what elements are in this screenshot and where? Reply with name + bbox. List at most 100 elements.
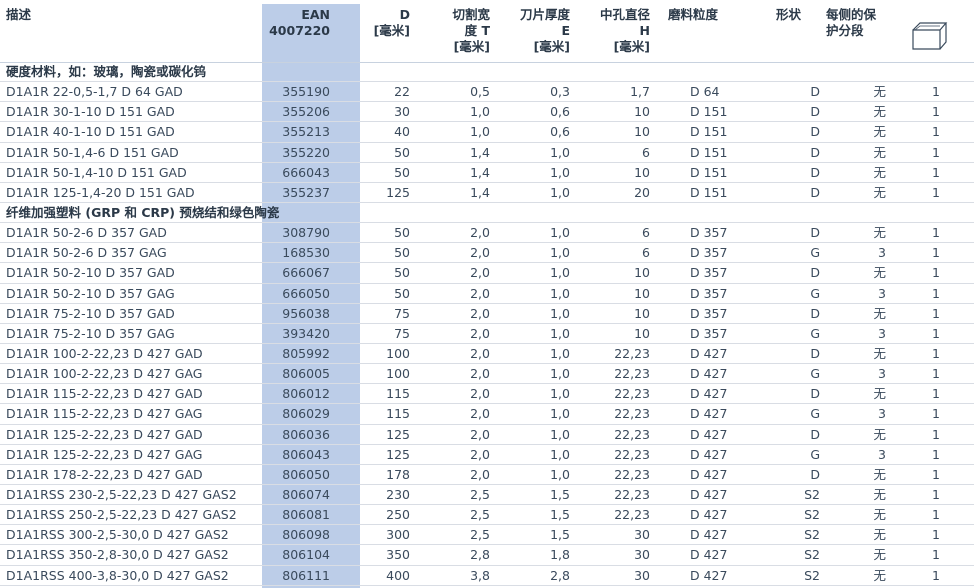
cell-shape: G: [810, 366, 820, 382]
cell-d: 230: [386, 486, 410, 502]
cell-shape: S2: [804, 507, 820, 523]
cell-protect: 无: [873, 345, 886, 361]
cell-h: 22,23: [614, 386, 650, 402]
cell-e: 1,0: [550, 325, 570, 341]
cell-d: 100: [386, 345, 410, 361]
cell-protect: 无: [873, 386, 886, 402]
box-icon: [912, 22, 948, 50]
cell-d: 40: [394, 124, 410, 140]
cell-grit: D 357: [690, 325, 728, 341]
cell-e: 0,3: [550, 84, 570, 100]
cell-t: 0,5: [470, 84, 490, 100]
cell-desc: D1A1R 125-2-22,23 D 427 GAD: [6, 426, 203, 442]
cell-pack: 1: [932, 527, 940, 543]
cell-h: 6: [642, 144, 650, 160]
cell-t: 2,0: [470, 426, 490, 442]
header-h: 中孔直径 H [毫米]: [599, 7, 650, 54]
cell-e: 1,0: [550, 164, 570, 180]
cell-pack: 1: [932, 184, 940, 200]
cell-e: 1,0: [550, 345, 570, 361]
cell-ean: 355213: [282, 124, 330, 140]
product-table: 描述 EAN 4007220 D [毫米] 切割宽 度 T [毫米] 刀片厚度 …: [0, 0, 974, 588]
header-d: D [毫米]: [373, 7, 410, 38]
cell-grit: D 357: [690, 245, 728, 261]
table-row: D1A1R 22-0,5-1,7 D 64 GAD 355190 22 0,5 0,3 1…: [0, 82, 974, 103]
cell-h: 10: [634, 164, 650, 180]
cell-grit: D 357: [690, 265, 728, 281]
cell-protect: 无: [873, 184, 886, 200]
cell-pack: 1: [932, 406, 940, 422]
header-grit: 磨料粒度: [668, 7, 719, 22]
cell-d: 50: [394, 144, 410, 160]
cell-t: 2,0: [470, 285, 490, 301]
cell-shape: D: [810, 124, 820, 140]
table-row: D1A1RSS 230-2,5-22,23 D 427 GAS2 806074 23…: [0, 485, 974, 506]
cell-e: 1,0: [550, 245, 570, 261]
cell-pack: 1: [932, 366, 940, 382]
cell-protect: 无: [873, 547, 886, 563]
cell-ean: 355220: [282, 144, 330, 160]
cell-h: 1,7: [630, 84, 650, 100]
section-title: 硬度材料，如：玻璃，陶瓷或碳化钨: [6, 64, 207, 79]
cell-desc: D1A1R 30-1-10 D 151 GAD: [6, 104, 175, 120]
cell-desc: D1A1R 40-1-10 D 151 GAD: [6, 124, 175, 140]
cell-desc: D1A1R 50-2-10 D 357 GAD: [6, 265, 175, 281]
cell-h: 22,23: [614, 406, 650, 422]
cell-d: 50: [394, 245, 410, 261]
table-row: D1A1R 30-1-10 D 151 GAD 355206 30 1,0 0,6 10 D…: [0, 102, 974, 123]
cell-grit: D 427: [690, 567, 728, 583]
cell-shape: D: [810, 305, 820, 321]
cell-h: 10: [634, 325, 650, 341]
cell-e: 1,8: [550, 547, 570, 563]
cell-t: 2,0: [470, 406, 490, 422]
cell-grit: D 427: [690, 507, 728, 523]
cell-d: 75: [394, 325, 410, 341]
table-row: D1A1R 178-2-22,23 D 427 GAD 806050 178 2,0 1…: [0, 465, 974, 485]
cell-t: 2,0: [470, 265, 490, 281]
cell-h: 22,23: [614, 345, 650, 361]
cell-protect: 无: [873, 305, 886, 321]
table-row: D1A1R 125-2-22,23 D 427 GAD 806036 125 2,0 1…: [0, 425, 974, 445]
cell-h: 22,23: [614, 426, 650, 442]
cell-pack: 1: [932, 486, 940, 502]
cell-desc: D1A1R 125-1,4-20 D 151 GAD: [6, 184, 195, 200]
cell-e: 1,5: [550, 486, 570, 502]
cell-ean: 666050: [282, 285, 330, 301]
table-row: D1A1R 115-2-22,23 D 427 GAG 806029 115 2,0 1…: [0, 404, 974, 425]
cell-protect: 无: [873, 225, 886, 241]
cell-e: 1,0: [550, 265, 570, 281]
cell-desc: D1A1R 50-2-6 D 357 GAD: [6, 225, 167, 241]
table-row: D1A1R 125-1,4-20 D 151 GAD 355237 125 1,4 1,…: [0, 183, 974, 203]
cell-d: 75: [394, 305, 410, 321]
table-header: 描述 EAN 4007220 D [毫米] 切割宽 度 T [毫米] 刀片厚度 …: [0, 4, 974, 63]
cell-shape: D: [810, 164, 820, 180]
cell-t: 3,8: [470, 567, 490, 583]
cell-protect: 3: [878, 366, 886, 382]
table-row: D1A1R 125-2-22,23 D 427 GAG 806043 125 2,0 1…: [0, 445, 974, 465]
cell-pack: 1: [932, 124, 940, 140]
cell-protect: 无: [873, 567, 886, 583]
cell-shape: D: [810, 386, 820, 402]
cell-e: 1,0: [550, 144, 570, 160]
cell-e: 1,0: [550, 305, 570, 321]
cell-pack: 1: [932, 345, 940, 361]
cell-desc: D1A1R 115-2-22,23 D 427 GAD: [6, 386, 203, 402]
cell-desc: D1A1RSS 400-3,8-30,0 D 427 GAS2: [6, 567, 229, 583]
cell-desc: D1A1RSS 230-2,5-22,23 D 427 GAS2: [6, 486, 237, 502]
table-row: D1A1R 100-2-22,23 D 427 GAG 806005 100 2,0 1…: [0, 364, 974, 385]
cell-ean: 666067: [282, 265, 330, 281]
cell-desc: D1A1R 50-2-10 D 357 GAG: [6, 285, 175, 301]
cell-e: 2,8: [550, 567, 570, 583]
table-row: D1A1R 50-1,4-6 D 151 GAD 355220 50 1,4 1,0 6 D…: [0, 143, 974, 163]
cell-e: 1,0: [550, 184, 570, 200]
table-row: D1A1R 40-1-10 D 151 GAD 355213 40 1,0 0,6 10 D…: [0, 122, 974, 143]
cell-pack: 1: [932, 245, 940, 261]
cell-desc: D1A1R 125-2-22,23 D 427 GAG: [6, 446, 203, 462]
cell-e: 1,0: [550, 386, 570, 402]
cell-d: 50: [394, 164, 410, 180]
cell-grit: D 151: [690, 164, 728, 180]
cell-ean: 393420: [282, 325, 330, 341]
cell-ean: 666043: [282, 164, 330, 180]
cell-protect: 无: [873, 265, 886, 281]
cell-ean: 355206: [282, 104, 330, 120]
